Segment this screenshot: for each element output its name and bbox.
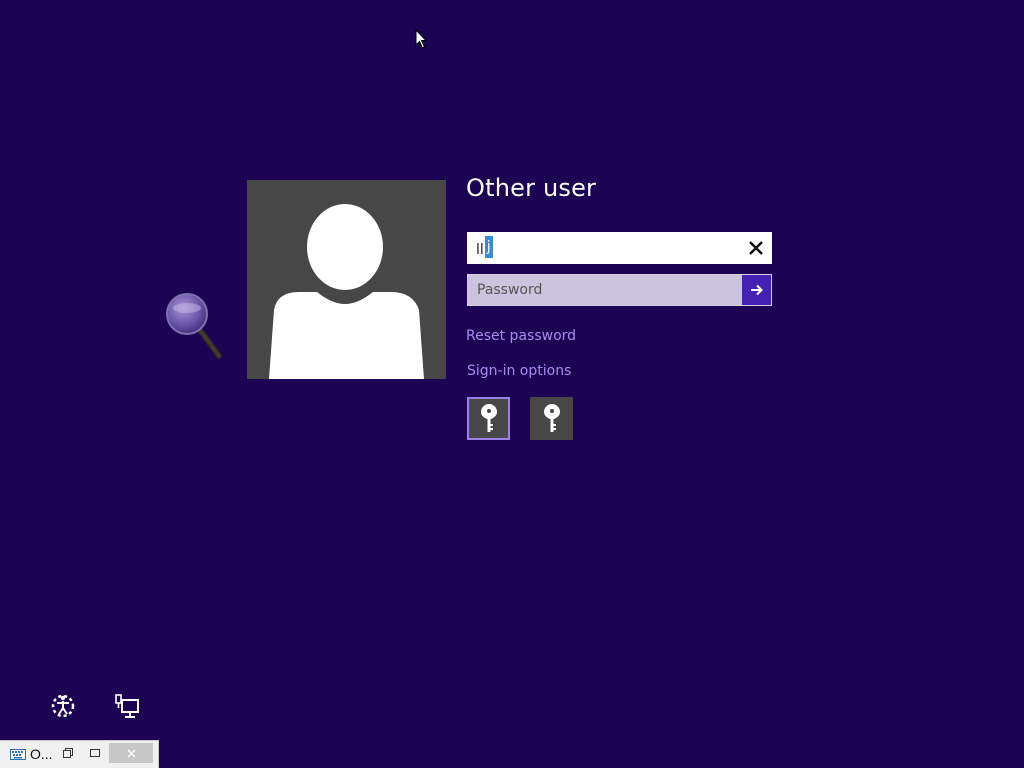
restore-button[interactable] xyxy=(58,743,78,763)
username-field[interactable]: ll j xyxy=(467,232,772,264)
maximize-button[interactable] xyxy=(85,743,105,763)
mouse-cursor-icon xyxy=(415,29,428,49)
lock-screen: Other user ll j Password Reset password S… xyxy=(0,0,1024,768)
magnifier-icon[interactable] xyxy=(164,292,226,364)
close-icon xyxy=(749,241,763,255)
user-avatar xyxy=(247,180,446,379)
arrow-right-icon xyxy=(750,284,763,296)
password-key-icon xyxy=(480,403,497,432)
on-screen-keyboard-window[interactable]: O... xyxy=(0,740,159,768)
signin-option-password[interactable] xyxy=(467,397,510,440)
sign-in-options-link[interactable]: Sign-in options xyxy=(467,363,571,379)
signin-option-key[interactable] xyxy=(530,397,573,440)
password-placeholder: Password xyxy=(477,282,543,298)
keyboard-icon xyxy=(10,749,26,760)
user-silhouette-icon xyxy=(269,204,424,379)
restore-icon xyxy=(63,748,73,758)
reset-password-link[interactable]: Reset password xyxy=(466,328,576,344)
username-prefix: ll xyxy=(476,242,484,258)
password-field[interactable]: Password xyxy=(467,274,772,306)
username-value[interactable]: ll j xyxy=(476,236,493,261)
user-name-heading: Other user xyxy=(466,174,597,202)
submit-button[interactable] xyxy=(742,275,771,305)
password-key-icon xyxy=(543,403,560,432)
network-icon[interactable] xyxy=(114,692,142,720)
close-button[interactable] xyxy=(109,743,153,763)
close-icon xyxy=(127,749,135,757)
clear-button[interactable] xyxy=(746,238,766,258)
username-selection: j xyxy=(484,236,493,258)
maximize-icon xyxy=(90,749,100,757)
window-title: O... xyxy=(30,746,53,762)
ease-of-access-icon[interactable] xyxy=(49,692,77,720)
